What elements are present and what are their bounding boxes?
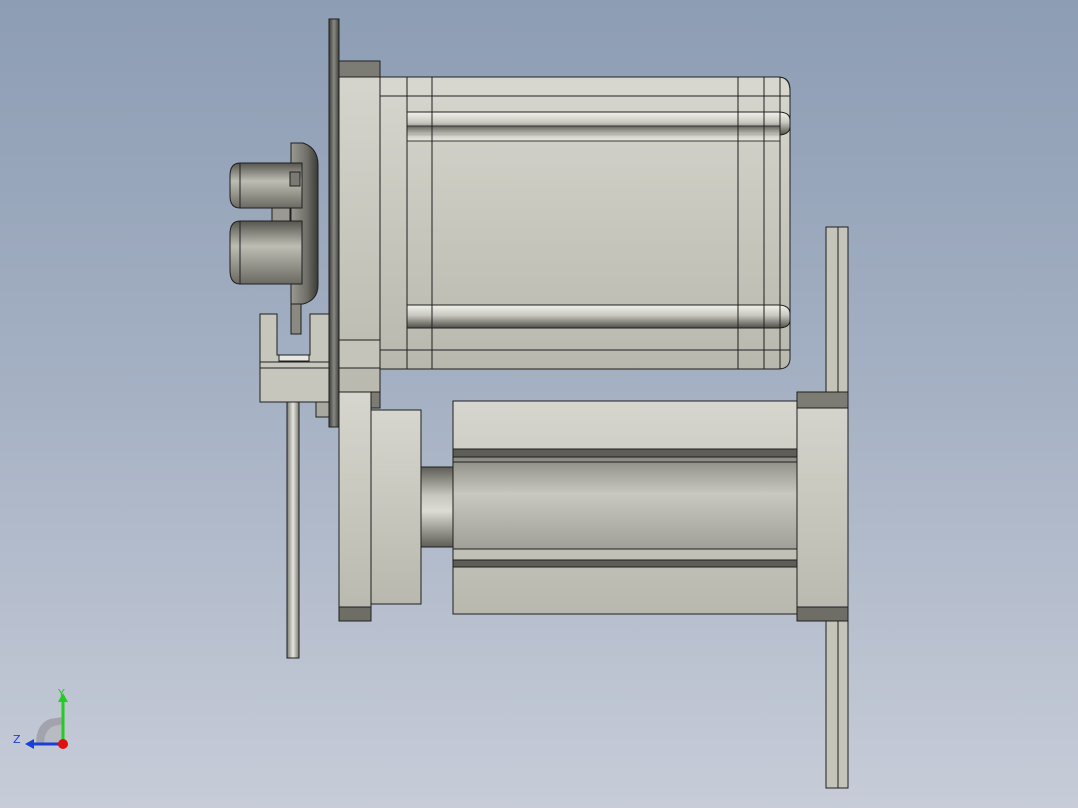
end-bracket-top <box>825 226 849 393</box>
z-axis-arrowhead <box>25 739 34 749</box>
model-assembly[interactable] <box>0 0 1078 808</box>
guide-rod <box>286 401 300 659</box>
lower-motor-shaft <box>420 466 454 548</box>
z-axis-label: Z <box>13 733 21 746</box>
mounting-plate <box>328 18 340 428</box>
shaft-hub[interactable] <box>229 142 319 335</box>
x-axis-dot <box>58 739 68 749</box>
upper-motor[interactable] <box>328 18 791 428</box>
orientation-triad: Y Z <box>13 687 68 749</box>
y-axis-label: Y <box>57 687 65 700</box>
lower-motor-flange <box>338 391 372 622</box>
graphics-viewport[interactable]: Y Z <box>0 0 1078 808</box>
end-bracket-bottom <box>825 620 849 789</box>
fork-bracket[interactable] <box>259 313 330 659</box>
lower-motor-end-flange <box>796 391 849 622</box>
